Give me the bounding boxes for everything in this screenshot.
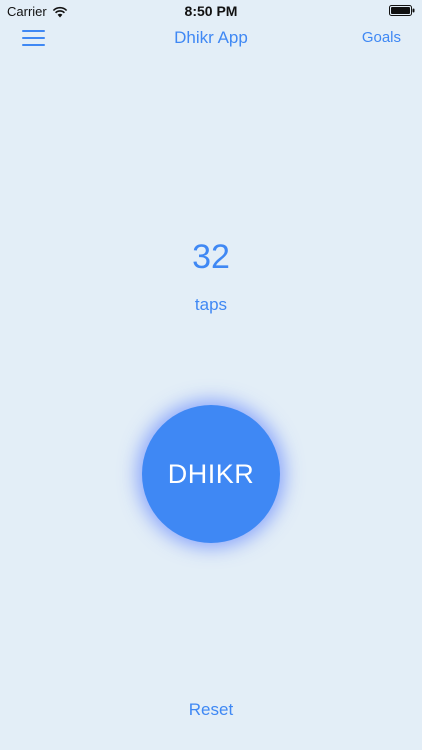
tap-count: 32 (192, 238, 230, 276)
tap-count-label: taps (194, 295, 228, 314)
navigation-bar: Dhikr App Goals (0, 22, 422, 56)
page-title: Dhikr App (174, 28, 248, 47)
dhikr-button[interactable]: DHIKR (142, 405, 280, 543)
status-time: 8:50 PM (184, 3, 238, 19)
reset-button[interactable]: Reset (0, 700, 422, 720)
goals-button[interactable]: Goals (362, 29, 401, 46)
battery-icon (389, 5, 415, 16)
status-bar: Carrier 8:50 PM (0, 0, 422, 22)
dhikr-button-label: DHIKR (167, 458, 255, 489)
